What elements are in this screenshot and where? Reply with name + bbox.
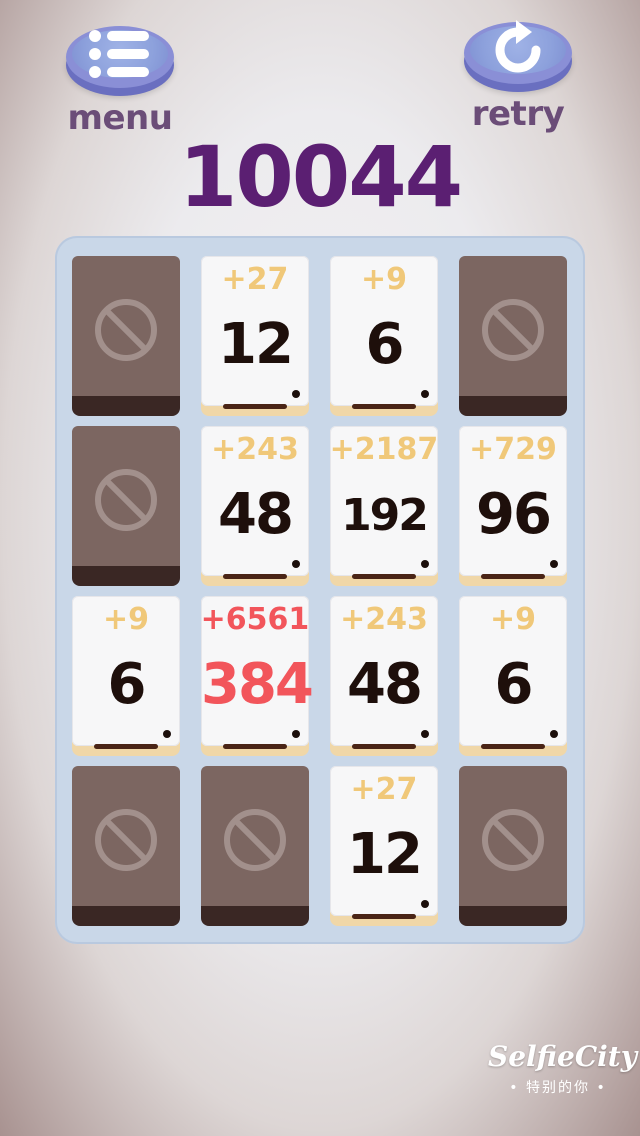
tile-bonus: +9 (489, 602, 536, 637)
tile-value: 12 (347, 822, 423, 887)
tile-bar (481, 574, 545, 579)
tile-dot (421, 730, 429, 738)
tile-dot (163, 730, 171, 738)
blocked-tile-base (72, 566, 180, 586)
tile-value: 12 (218, 312, 294, 377)
number-tile[interactable]: +6561 384 (201, 596, 314, 756)
number-tile[interactable]: +9 6 (72, 596, 180, 756)
tile-value: 6 (494, 652, 534, 717)
number-tile[interactable]: +27 12 (201, 256, 309, 416)
blocked-tile-face (459, 256, 567, 404)
tile-bonus: +6561 (200, 602, 310, 637)
no-entry-icon (95, 809, 157, 871)
blocked-tile[interactable] (201, 766, 309, 926)
blocked-tile-face (72, 256, 180, 404)
tile-bonus: +729 (469, 432, 557, 467)
number-tile[interactable]: +27 12 (330, 766, 438, 926)
tile-bar (352, 574, 416, 579)
tile-bonus: +9 (360, 262, 407, 297)
blocked-tile-base (201, 906, 309, 926)
number-tile[interactable]: +2187 192 (330, 426, 438, 586)
tile-bar (94, 744, 158, 749)
retry-arrow-icon (495, 20, 541, 73)
tile-value: 48 (218, 482, 294, 547)
watermark-subtitle: • 特别的你 • (509, 1080, 607, 1096)
blocked-tile-face (459, 766, 567, 914)
number-tile[interactable]: +729 96 (459, 426, 567, 586)
list-icon (89, 30, 149, 78)
tile-bonus: +2187 (329, 432, 439, 467)
score-display: 10044 (178, 128, 463, 226)
tile-bonus: +9 (102, 602, 149, 637)
blocked-tile-base (72, 906, 180, 926)
tile-value: 6 (365, 312, 405, 377)
tile-bonus: +27 (350, 772, 418, 807)
tile-value: 48 (347, 652, 423, 717)
watermark: SelfieCity • 特别的你 • (488, 1040, 637, 1097)
blocked-tile-face (201, 766, 309, 914)
number-tile[interactable]: +243 48 (201, 426, 309, 586)
tile-dot (292, 390, 300, 398)
retry-button[interactable]: retry (462, 20, 574, 134)
tile-bar (352, 404, 416, 409)
blocked-tile[interactable] (72, 256, 180, 416)
tile-bar (223, 404, 287, 409)
no-entry-icon (224, 809, 286, 871)
tile-bar (481, 744, 545, 749)
watermark-brand: SelfieCity (488, 1040, 637, 1073)
blocked-tile[interactable] (459, 256, 567, 416)
tile-dot (421, 560, 429, 568)
tile-dot (421, 900, 429, 908)
tile-value: 6 (107, 652, 147, 717)
number-tile[interactable]: +243 48 (330, 596, 438, 756)
tile-bonus: +243 (211, 432, 299, 467)
blocked-tile[interactable] (72, 766, 180, 926)
blocked-tile[interactable] (459, 766, 567, 926)
no-entry-icon (95, 299, 157, 361)
menu-button-disc[interactable] (66, 26, 174, 88)
tile-bonus: +27 (221, 262, 289, 297)
retry-button-disc[interactable] (464, 20, 572, 84)
tile-dot (292, 560, 300, 568)
tile-value: 96 (476, 482, 552, 547)
tile-dot (292, 730, 300, 738)
tile-dot (550, 560, 558, 568)
game-board: +27 12 +9 6 +243 48 +2187 192 +729 96 +9 6 +6561 384 +… (55, 236, 585, 944)
no-entry-icon (95, 469, 157, 531)
tile-dot (550, 730, 558, 738)
tile-value: 192 (341, 490, 429, 541)
tile-bar (352, 744, 416, 749)
tile-dot (421, 390, 429, 398)
blocked-tile-face (72, 766, 180, 914)
blocked-tile-base (459, 396, 567, 416)
number-tile[interactable]: +9 6 (330, 256, 438, 416)
blocked-tile-face (72, 426, 180, 574)
tile-bar (223, 574, 287, 579)
tile-bar (352, 914, 416, 919)
blocked-tile[interactable] (72, 426, 180, 586)
no-entry-icon (482, 809, 544, 871)
number-tile[interactable]: +9 6 (459, 596, 567, 756)
blocked-tile-base (72, 396, 180, 416)
tile-bonus: +243 (340, 602, 428, 637)
menu-button[interactable]: menu (64, 26, 176, 138)
blocked-tile-base (459, 906, 567, 926)
tile-value: 384 (201, 652, 314, 717)
tile-bar (223, 744, 287, 749)
no-entry-icon (482, 299, 544, 361)
